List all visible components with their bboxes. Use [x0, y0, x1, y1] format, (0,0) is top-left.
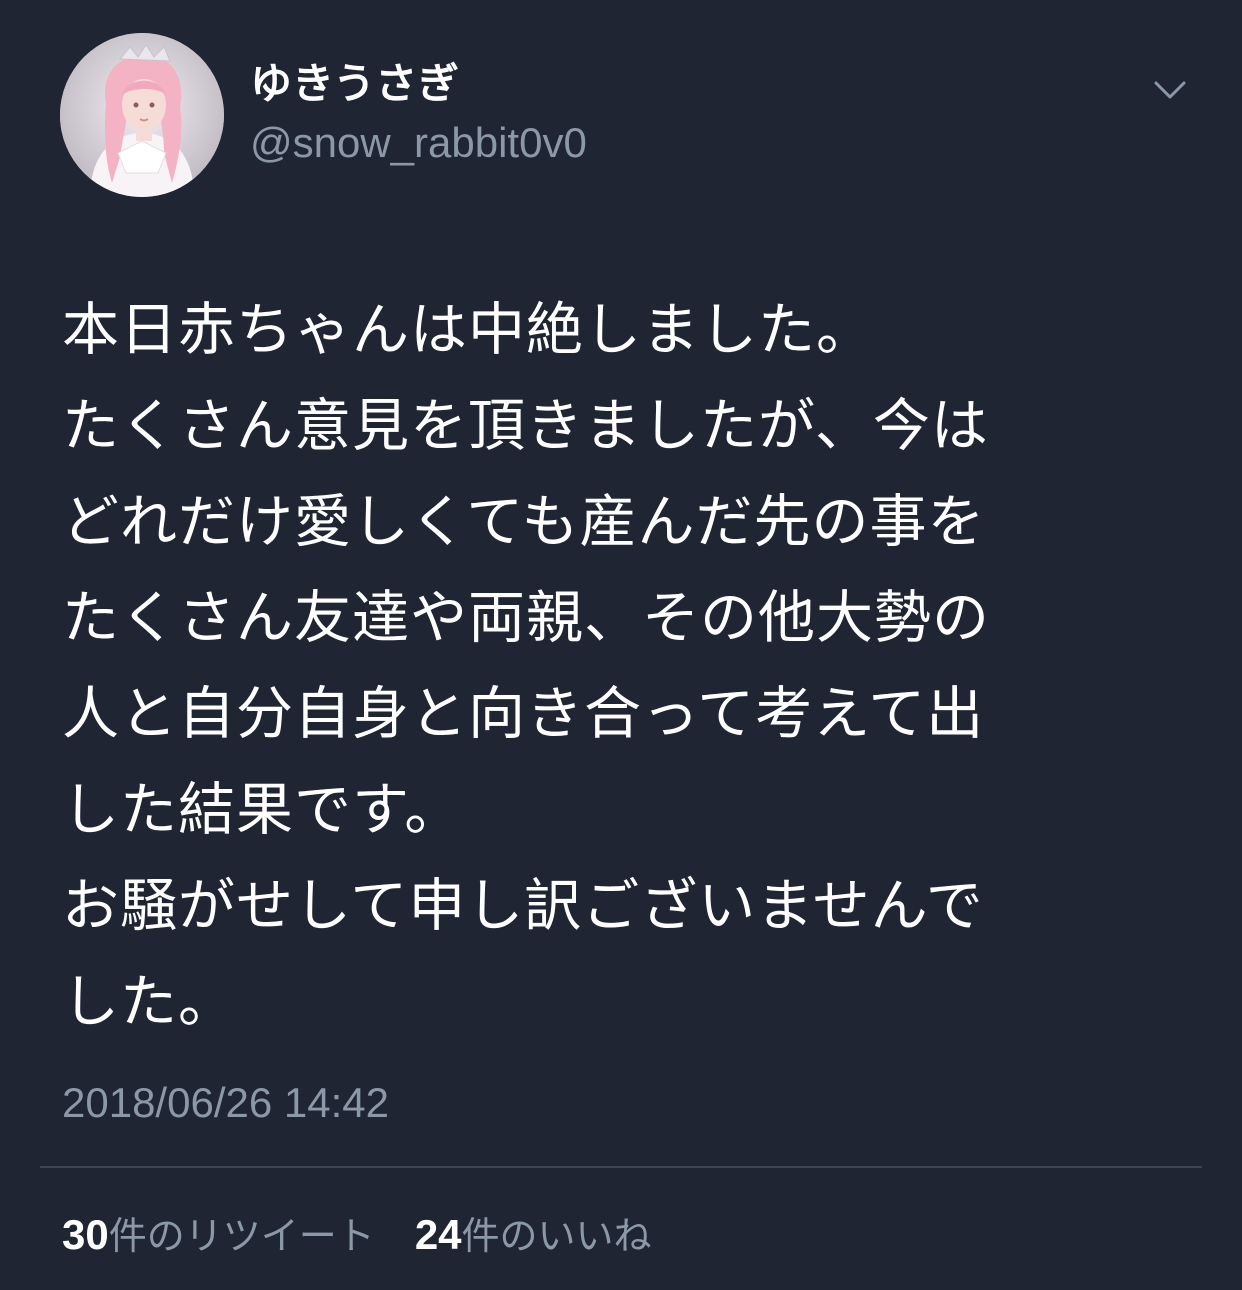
retweet-label: 件のリツイート	[108, 1214, 375, 1258]
profile-photo-icon	[60, 33, 224, 197]
tweet-text-line: どれだけ愛しくても産んだ先の事を	[62, 489, 986, 555]
engagement-stats: 30件のリツイート 24件のいいね	[62, 1210, 652, 1261]
tweet-timestamp: 2018/06/26 14:42	[62, 1079, 389, 1126]
divider	[40, 1166, 1202, 1168]
tweet-text-line: 本日赤ちゃんは中絶しました。	[62, 297, 874, 363]
tweet-text: 本日赤ちゃんは中絶しました。 たくさん意見を頂きましたが、今は どれだけ愛しくて…	[62, 282, 1182, 1050]
display-name[interactable]: ゆきうさぎ	[250, 58, 459, 110]
like-label: 件のいいね	[461, 1214, 652, 1258]
user-handle[interactable]: @snow_rabbit0v0	[250, 118, 587, 168]
tweet-text-line: お騒がせして申し訳ございませんで	[62, 873, 984, 939]
like-count: 24	[414, 1211, 462, 1258]
chevron-down-icon	[1154, 81, 1186, 99]
more-menu-button[interactable]	[1148, 70, 1192, 110]
tweet-text-line: 人と自分自身と向き合って考えて出	[62, 681, 985, 747]
tweet-text-line: たくさん友達や両親、その他大勢の	[62, 585, 990, 651]
like-count-link[interactable]: 24件のいいね	[415, 1210, 652, 1261]
tweet-text-line: した。	[62, 969, 236, 1035]
tweet-text-line: した結果です。	[62, 777, 463, 843]
avatar[interactable]	[60, 33, 224, 197]
retweet-count-link[interactable]: 30件のリツイート	[62, 1210, 375, 1261]
tweet-text-line: たくさん意見を頂きましたが、今は	[62, 393, 989, 459]
retweet-count: 30	[62, 1211, 109, 1258]
tweet-detail: ゆきうさぎ @snow_rabbit0v0 本日赤ちゃんは中絶しました。 たくさ…	[0, 0, 1242, 1290]
